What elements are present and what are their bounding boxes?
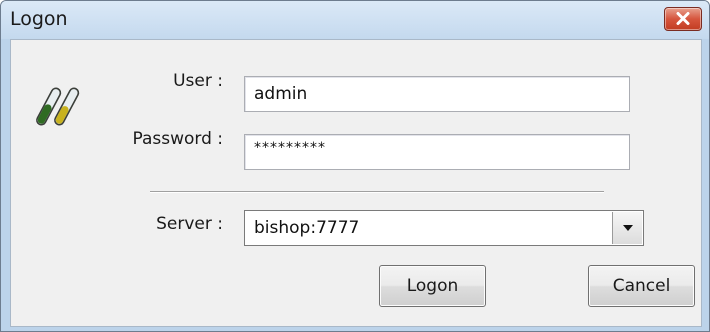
logon-button[interactable]: Logon [379, 265, 486, 307]
cancel-button[interactable]: Cancel [588, 265, 695, 307]
dropdown-button[interactable] [612, 212, 642, 244]
test-tubes-icon [36, 87, 80, 126]
separator [150, 191, 604, 193]
title-bar[interactable]: Logon [1, 1, 709, 39]
close-icon [676, 12, 690, 25]
logon-window: Logon User : admin Password : ********* … [0, 0, 710, 332]
password-label: Password : [132, 129, 223, 149]
chevron-down-icon [623, 225, 633, 231]
server-dropdown[interactable]: bishop:7777 [244, 210, 644, 246]
user-field[interactable]: admin [244, 76, 630, 112]
password-field[interactable]: ********* [244, 134, 630, 170]
server-label: Server : [156, 214, 223, 234]
window-title: Logon [10, 8, 68, 30]
user-label: User : [173, 71, 223, 91]
server-value: bishop:7777 [254, 218, 360, 238]
dialog-body: User : admin Password : ********* Server… [10, 39, 702, 327]
close-button[interactable] [664, 7, 702, 31]
